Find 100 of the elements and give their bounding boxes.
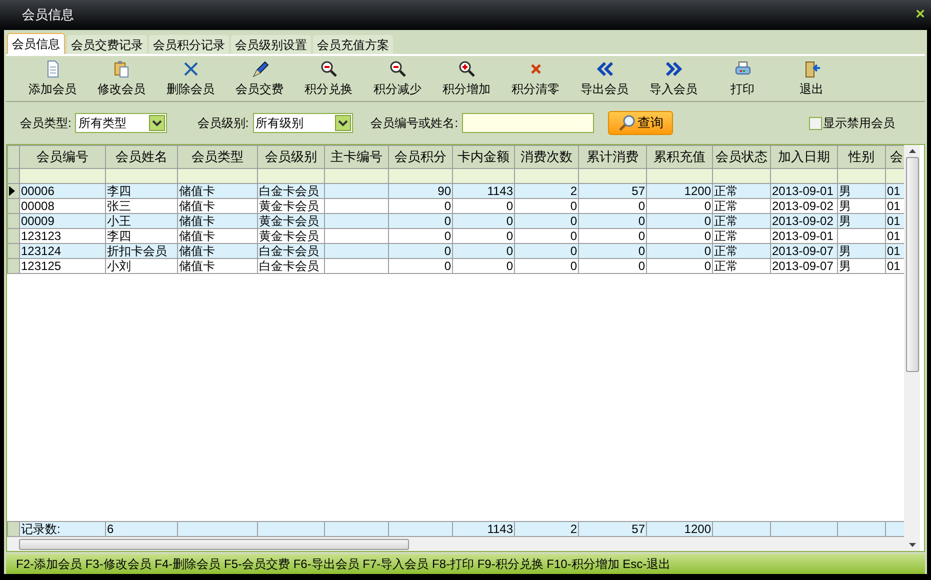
zoom-minus-icon bbox=[320, 60, 338, 78]
table-cell: 0 bbox=[570, 260, 577, 272]
chevrons-left-icon bbox=[596, 60, 614, 78]
table-cell: 男 bbox=[839, 184, 851, 198]
search-button[interactable]: 查询 bbox=[608, 111, 674, 135]
table-cell: 01 bbox=[887, 244, 900, 258]
table-cell: 小王 bbox=[107, 214, 131, 228]
column-header: 卡内金额 bbox=[458, 149, 510, 164]
member-level-dropdown[interactable]: 所有级别 bbox=[252, 113, 353, 133]
table-cell: 2013-09-01 bbox=[772, 230, 834, 242]
table-cell: 0 bbox=[570, 214, 577, 228]
table-cell: 0 bbox=[704, 200, 711, 212]
table-cell: 正常 bbox=[714, 184, 738, 198]
summary-cell: 6 bbox=[107, 522, 114, 536]
table-cell: 储值卡 bbox=[179, 200, 215, 212]
search-label: 会员编号或姓名: bbox=[370, 115, 458, 132]
table-cell: 李四 bbox=[107, 184, 131, 198]
toolbar-button[interactable]: 积分兑换 bbox=[294, 60, 363, 98]
table-cell: 男 bbox=[839, 214, 851, 228]
vertical-scrollbar[interactable] bbox=[904, 145, 920, 551]
toolbar-button[interactable]: 删除会员 bbox=[156, 60, 225, 98]
current-row-icon bbox=[8, 186, 16, 196]
table-cell: 2013-09-07 bbox=[772, 260, 834, 272]
column-header: 会员编号 bbox=[36, 149, 88, 164]
toolbar-button[interactable]: 修改会员 bbox=[87, 60, 156, 98]
table-cell: 储值卡 bbox=[179, 244, 215, 258]
cross-icon bbox=[182, 60, 200, 78]
table-cell: 01 bbox=[887, 230, 900, 242]
table-cell: 0 bbox=[444, 200, 451, 212]
table-cell: 01 bbox=[887, 260, 900, 272]
scroll-thumb[interactable] bbox=[906, 157, 918, 372]
toolbar-button[interactable]: 积分增加 bbox=[432, 60, 501, 98]
column-header: 会员类型 bbox=[192, 149, 244, 164]
table-cell: 储值卡 bbox=[179, 184, 215, 198]
table-cell: 正常 bbox=[714, 200, 738, 212]
table-cell: 小刘 bbox=[107, 260, 131, 272]
table-cell: 0 bbox=[444, 244, 451, 258]
table-cell: 123123 bbox=[21, 230, 62, 242]
table-cell: 正常 bbox=[714, 260, 738, 272]
tab[interactable]: 会员积分记录 bbox=[149, 35, 229, 54]
member-type-label: 会员类型: bbox=[20, 115, 72, 132]
tab[interactable]: 会员充值方案 bbox=[313, 35, 393, 54]
toolbar-button[interactable]: 退出 bbox=[777, 60, 846, 98]
search-field[interactable] bbox=[462, 113, 594, 133]
table-cell: 0 bbox=[638, 244, 645, 258]
toolbar-button[interactable]: 会员交费 bbox=[225, 60, 294, 98]
table-cell: 李四 bbox=[107, 230, 131, 242]
show-disabled-label: 显示禁用会员 bbox=[823, 115, 895, 132]
member-type-dropdown[interactable]: 所有类型 bbox=[75, 113, 168, 133]
table-cell: 2 bbox=[570, 184, 577, 198]
table-cell: 0 bbox=[704, 230, 711, 242]
table-cell: 正常 bbox=[714, 214, 738, 228]
table-cell: 0 bbox=[570, 244, 577, 258]
toolbar-button[interactable]: 导出会员 bbox=[570, 60, 639, 98]
toolbar-button[interactable]: 积分清零 bbox=[501, 60, 570, 98]
table-cell: 00009 bbox=[21, 214, 54, 228]
table-cell: 0 bbox=[570, 200, 577, 212]
column-header: 累计消费 bbox=[586, 149, 638, 164]
horizontal-scrollbar[interactable] bbox=[7, 537, 904, 551]
table-cell: 男 bbox=[839, 260, 851, 272]
tab[interactable]: 会员信息 bbox=[7, 33, 65, 54]
column-header: 性别 bbox=[848, 149, 874, 164]
table-cell: 2013-09-01 bbox=[772, 184, 834, 198]
close-button[interactable]: × bbox=[916, 7, 925, 23]
table-cell: 1200 bbox=[684, 184, 711, 198]
table-cell: 0 bbox=[506, 230, 513, 242]
toolbar-button[interactable]: 导入会员 bbox=[639, 60, 708, 98]
table-cell: 0 bbox=[638, 260, 645, 272]
table-cell: 张三 bbox=[107, 200, 131, 212]
table-cell: 储值卡 bbox=[179, 214, 215, 228]
table-cell: 黄金卡会员 bbox=[259, 200, 319, 212]
table-cell: 0 bbox=[704, 214, 711, 228]
toolbar-button[interactable]: 添加会员 bbox=[18, 60, 87, 98]
summary-cell: 1200 bbox=[684, 522, 711, 536]
table-cell: 储值卡 bbox=[179, 230, 215, 242]
table-cell: 01 bbox=[887, 214, 900, 228]
table-cell: 57 bbox=[632, 184, 645, 198]
table-cell: 123124 bbox=[21, 244, 62, 258]
tab[interactable]: 会员级别设置 bbox=[231, 35, 311, 54]
scroll-thumb[interactable] bbox=[19, 538, 409, 550]
table-cell: 0 bbox=[506, 244, 513, 258]
table-cell: 0 bbox=[704, 260, 711, 272]
search-icon bbox=[618, 114, 636, 132]
table-cell: 正常 bbox=[714, 244, 738, 258]
table-cell: 2013-09-02 bbox=[772, 214, 834, 228]
table-cell: 黄金卡会员 bbox=[259, 214, 319, 228]
tab[interactable]: 会员交费记录 bbox=[67, 35, 147, 54]
zoom-plus-icon bbox=[458, 60, 476, 78]
toolbar-button[interactable]: 积分减少 bbox=[363, 60, 432, 98]
column-header: 加入日期 bbox=[778, 149, 830, 164]
table-cell: 01 bbox=[887, 200, 900, 212]
table-cell: 正常 bbox=[714, 230, 738, 242]
table-cell: 123125 bbox=[21, 260, 62, 272]
table-cell: 90 bbox=[438, 184, 451, 198]
row-header[interactable] bbox=[8, 184, 20, 198]
door-icon bbox=[802, 60, 820, 78]
toolbar-button[interactable]: 打印 bbox=[708, 60, 777, 98]
clipboard-icon bbox=[112, 60, 130, 78]
column-header: 主卡编号 bbox=[330, 149, 382, 164]
table-cell: 白金卡会员 bbox=[259, 244, 319, 258]
